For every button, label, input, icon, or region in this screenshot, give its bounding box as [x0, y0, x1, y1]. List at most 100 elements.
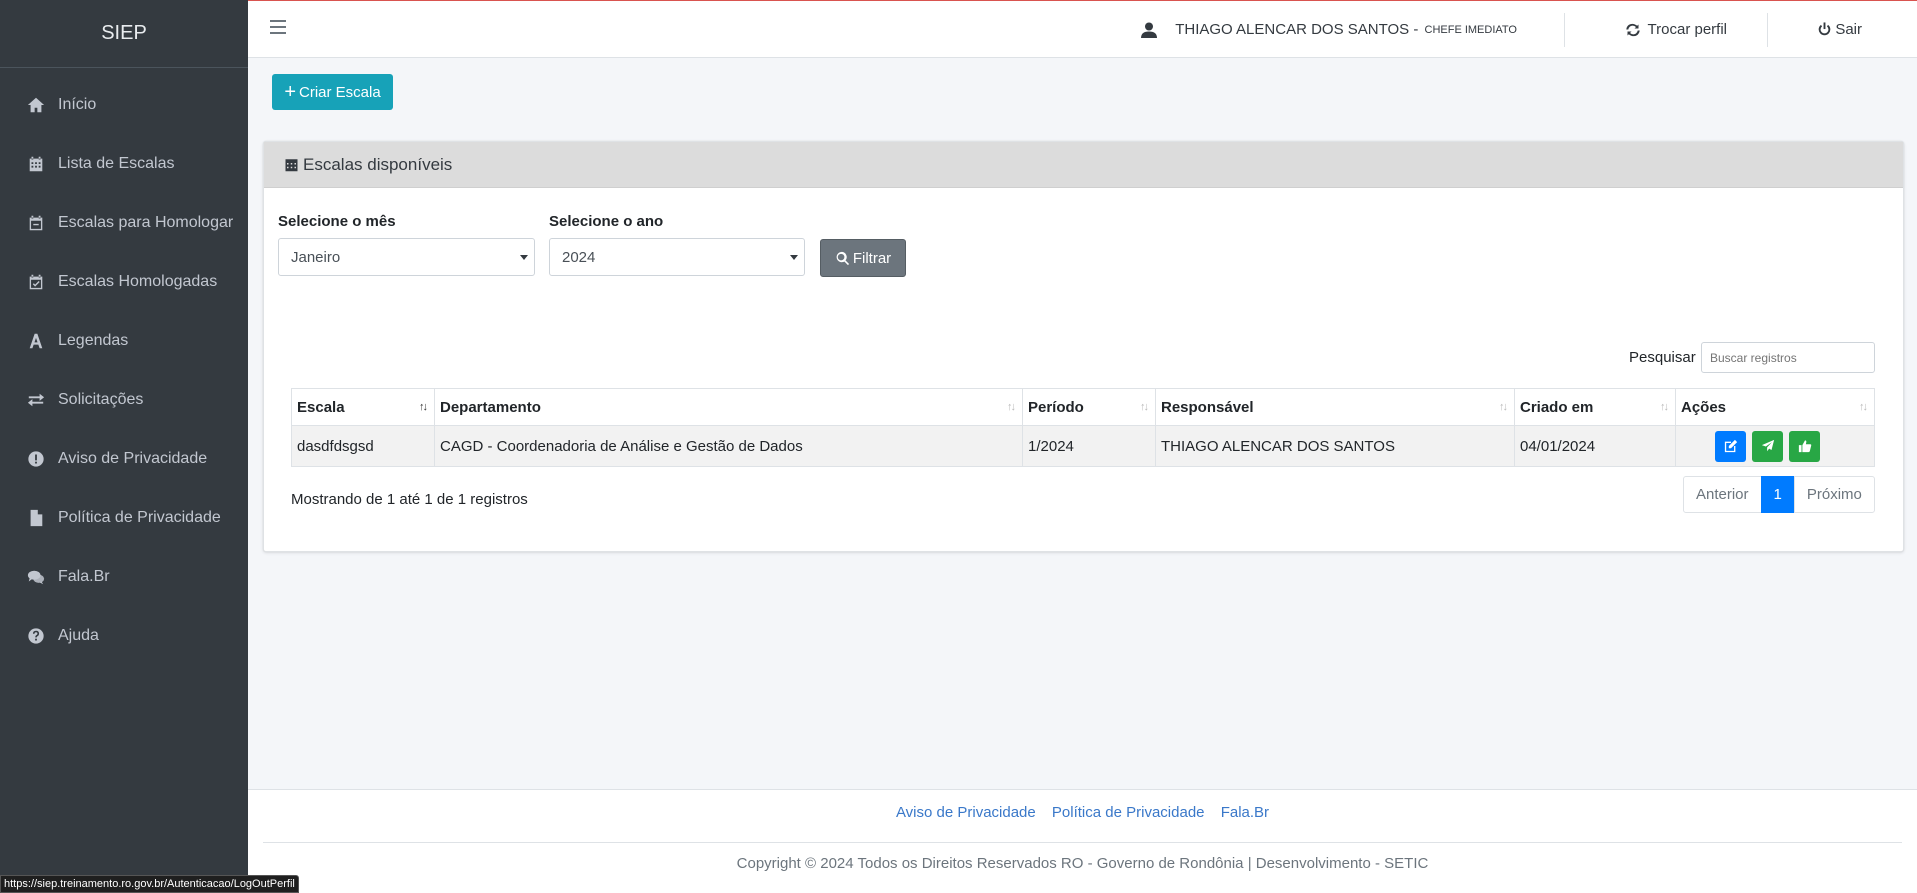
column-header-departamento[interactable]: Departamento ↑↓: [434, 388, 1023, 426]
cell-escala: dasdfdsgsd: [291, 425, 435, 467]
column-label: Período: [1028, 398, 1084, 416]
column-header-responsavel[interactable]: Responsável ↑↓: [1155, 388, 1515, 426]
sidebar-item-label: Escalas Homologadas: [58, 272, 218, 290]
table-header-row: Escala ↑↓ Departamento ↑↓ Período ↑↓ Respon…: [291, 388, 1875, 426]
logout-label: Sair: [1835, 21, 1862, 38]
year-label: Selecione o ano: [549, 213, 664, 230]
divider: [1767, 13, 1768, 47]
column-label: Criado em: [1520, 398, 1594, 416]
card-title: Escalas disponíveis: [303, 154, 453, 174]
sidebar: SIEP Início Lista de Escalas Escalas par…: [0, 0, 248, 893]
menu-toggle-icon[interactable]: [270, 20, 286, 36]
sidebar-item-solicitacoes[interactable]: Solicitações: [0, 370, 248, 429]
sidebar-item-label: Solicitações: [58, 390, 144, 408]
sidebar-item-label: Aviso de Privacidade: [58, 449, 208, 467]
brand-logo[interactable]: SIEP: [0, 0, 248, 68]
calendar-icon: [26, 154, 46, 174]
user-separator: -: [1413, 21, 1419, 38]
pagination-previous[interactable]: Anterior: [1683, 476, 1762, 513]
table-info: Mostrando de 1 até 1 de 1 registros: [291, 491, 528, 508]
question-circle-icon: [26, 626, 46, 646]
filter-label: Filtrar: [852, 249, 892, 267]
sidebar-item-ajuda[interactable]: Ajuda: [0, 606, 248, 665]
year-select[interactable]: 2024: [549, 238, 805, 276]
sidebar-item-label: Ajuda: [58, 626, 99, 644]
switch-profile-link[interactable]: Trocar perfil: [1625, 1, 1727, 58]
font-icon: [26, 331, 46, 351]
filter-button[interactable]: Filtrar: [820, 239, 906, 277]
sort-icon: ↑↓: [1859, 401, 1868, 413]
column-label: Ações: [1681, 398, 1727, 416]
home-icon: [26, 95, 46, 115]
sidebar-item-label: Legendas: [58, 331, 129, 349]
footer: Aviso de Privacidade Política de Privaci…: [248, 789, 1917, 893]
copyright-text: Copyright © 2024 Todos os Direitos Reser…: [736, 855, 1429, 872]
browser-status-url: https://siep.treinamento.ro.gov.br/Auten…: [0, 875, 299, 893]
sidebar-item-inicio[interactable]: Início: [0, 75, 248, 134]
column-label: Departamento: [440, 398, 541, 416]
footer-link-fala-br[interactable]: Fala.Br: [1221, 804, 1269, 821]
sidebar-item-fala-br[interactable]: Fala.Br: [0, 547, 248, 606]
switch-profile-label: Trocar perfil: [1647, 21, 1727, 38]
sidebar-item-lista-escalas[interactable]: Lista de Escalas: [0, 134, 248, 193]
pagination-page-1[interactable]: 1: [1760, 476, 1795, 513]
create-scale-button[interactable]: + Criar Escala: [272, 74, 393, 110]
paper-plane-icon: [1761, 439, 1774, 452]
month-label: Selecione o mês: [278, 213, 396, 230]
sort-icon: ↑↓: [1007, 401, 1016, 413]
footer-links: Aviso de Privacidade Política de Privaci…: [248, 804, 1917, 821]
calendar-check-icon: [26, 272, 46, 292]
cell-responsavel: THIAGO ALENCAR DOS SANTOS: [1155, 425, 1515, 467]
month-select[interactable]: Janeiro: [278, 238, 535, 276]
logout-link[interactable]: Sair: [1817, 1, 1862, 58]
calendar-minus-icon: [26, 213, 46, 233]
edit-icon: [1724, 439, 1737, 453]
footer-link-aviso[interactable]: Aviso de Privacidade: [896, 804, 1036, 821]
pagination-next[interactable]: Próximo: [1793, 476, 1875, 513]
scales-card: Escalas disponíveis Selecione o mês Jane…: [263, 141, 1904, 552]
user-profile[interactable]: THIAGO ALENCAR DOS SANTOS - Chefe Imedia…: [1141, 1, 1517, 58]
sort-icon: ↑↓: [1660, 401, 1669, 413]
send-button[interactable]: [1752, 430, 1784, 462]
create-scale-label: Criar Escala: [299, 83, 381, 101]
pagination: Anterior 1 Próximo: [1683, 476, 1875, 513]
column-label: Responsável: [1161, 398, 1254, 416]
sidebar-item-escalas-homologar[interactable]: Escalas para Homologar: [0, 193, 248, 252]
scales-table: Escala ↑↓ Departamento ↑↓ Período ↑↓ Respon…: [291, 388, 1875, 467]
sidebar-nav: Início Lista de Escalas Escalas para Hom…: [0, 75, 248, 665]
column-header-acoes[interactable]: Ações ↑↓: [1675, 388, 1875, 426]
column-header-periodo[interactable]: Período ↑↓: [1022, 388, 1156, 426]
edit-button[interactable]: [1715, 430, 1746, 462]
chevron-down-icon: [790, 255, 798, 260]
file-icon: [26, 508, 46, 528]
sidebar-item-label: Política de Privacidade: [58, 508, 221, 526]
column-header-escala[interactable]: Escala ↑↓: [291, 388, 435, 426]
month-value: Janeiro: [291, 249, 341, 266]
calendar-icon: [285, 159, 298, 172]
chevron-down-icon: [520, 255, 528, 260]
sidebar-item-aviso-privacidade[interactable]: Aviso de Privacidade: [0, 429, 248, 488]
sort-icon: ↑↓: [1140, 401, 1149, 413]
year-value: 2024: [562, 249, 596, 266]
sidebar-item-label: Fala.Br: [58, 567, 110, 585]
table-row: dasdfdsgsd CAGD - Coordenadoria de Análi…: [291, 425, 1875, 467]
cell-acoes: [1675, 425, 1875, 467]
cell-criado-em: 04/01/2024: [1514, 425, 1676, 467]
column-label: Escala: [297, 398, 345, 416]
sidebar-item-politica-privacidade[interactable]: Política de Privacidade: [0, 488, 248, 547]
top-navbar: THIAGO ALENCAR DOS SANTOS - Chefe Imedia…: [248, 0, 1917, 58]
approve-button[interactable]: [1789, 430, 1821, 462]
user-role: Chefe Imediato: [1424, 23, 1518, 36]
sort-icon: ↑↓: [1499, 401, 1508, 413]
search-input[interactable]: [1701, 342, 1875, 373]
plus-icon: +: [284, 81, 296, 103]
column-header-criado-em[interactable]: Criado em ↑↓: [1514, 388, 1676, 426]
sidebar-item-label: Lista de Escalas: [58, 154, 175, 172]
user-name: THIAGO ALENCAR DOS SANTOS: [1175, 21, 1410, 38]
search-icon: [836, 251, 849, 265]
sidebar-item-escalas-homologadas[interactable]: Escalas Homologadas: [0, 252, 248, 311]
sidebar-item-label: Início: [58, 95, 97, 113]
sidebar-item-legendas[interactable]: Legendas: [0, 311, 248, 370]
power-icon: [1819, 22, 1831, 36]
footer-link-politica[interactable]: Política de Privacidade: [1052, 804, 1205, 821]
